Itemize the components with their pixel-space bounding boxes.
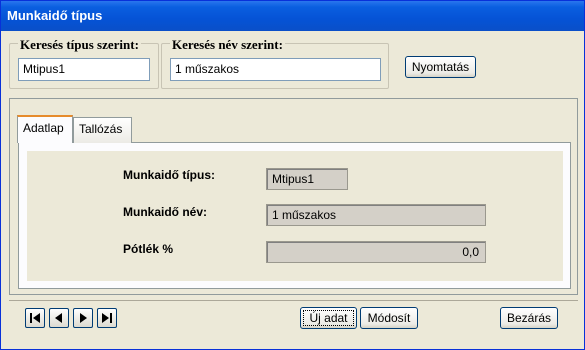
next-record-icon [80,313,87,323]
footer-separator [9,300,578,301]
prev-record-button[interactable] [49,308,69,328]
first-record-icon [30,313,40,323]
type-label: Munkaidő típus: [123,168,215,182]
main-window: Munkaidő típus Keresés típus szerint: Mt… [0,0,585,350]
close-button[interactable]: Bezárás [500,307,558,329]
prev-record-icon [55,313,62,323]
title-bar: Munkaidő típus [1,1,584,31]
first-record-button[interactable] [25,308,45,328]
name-field: 1 műszakos [266,204,486,226]
type-field: Mtipus1 [266,168,348,190]
new-record-button[interactable]: Új adat [300,307,357,329]
next-record-button[interactable] [73,308,93,328]
search-by-name-label: Keresés név szerint: [170,37,285,53]
tab-tallozas[interactable]: Tallózás [73,117,132,143]
bonus-field: 0,0 [266,241,486,263]
last-record-button[interactable] [97,308,117,328]
search-by-name-input[interactable]: 1 műszakos [170,58,381,81]
name-label: Munkaidő név: [123,205,208,219]
modify-button[interactable]: Módosít [360,307,418,329]
search-by-type-label: Keresés típus szerint: [18,37,141,53]
bonus-label: Pótlék % [123,242,174,256]
last-record-icon [102,313,112,323]
search-by-type-input[interactable]: Mtipus1 [18,58,150,81]
tab-adatlap[interactable]: Adatlap [17,115,73,143]
print-button[interactable]: Nyomtatás [405,56,476,78]
